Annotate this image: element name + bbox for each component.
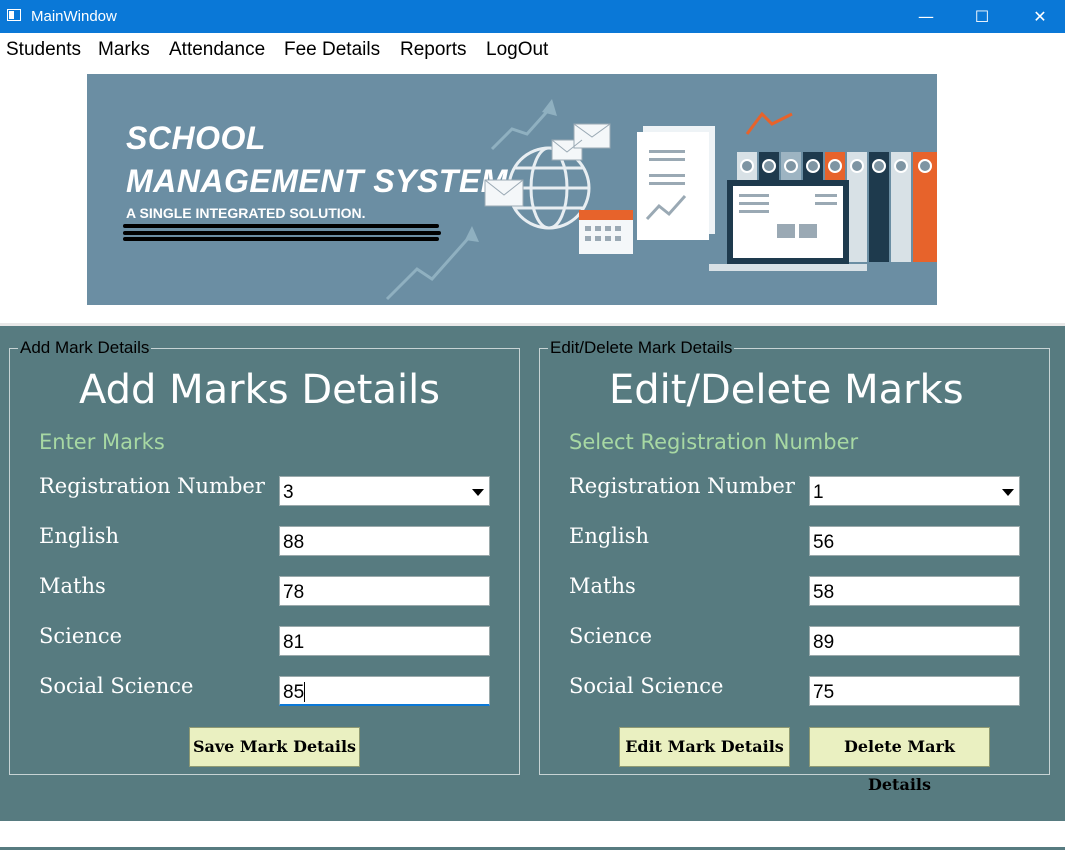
banner-illustration — [385, 99, 937, 301]
add-science-label: Science — [39, 624, 123, 648]
menu-bar: Students Marks Attendance Fee Details Re… — [0, 33, 1065, 67]
edit-registration-label: Registration Number — [569, 474, 795, 498]
add-social-science-value: 85 — [283, 682, 305, 703]
add-maths-value: 78 — [283, 582, 305, 603]
text-caret — [304, 682, 306, 702]
menu-attendance[interactable]: Attendance — [169, 39, 265, 61]
menu-students[interactable]: Students — [6, 39, 81, 61]
edit-group-title: Edit/Delete Mark Details — [548, 337, 735, 359]
add-group-title: Add Mark Details — [18, 337, 152, 359]
menu-marks[interactable]: Marks — [98, 39, 150, 61]
close-button[interactable]: ✕ — [1015, 0, 1065, 33]
main-panel: Add Mark Details Add Marks Details Enter… — [0, 326, 1065, 821]
add-maths-label: Maths — [39, 574, 106, 598]
delete-mark-details-button[interactable]: Delete Mark Details — [809, 727, 990, 794]
edit-science-label: Science — [569, 624, 653, 648]
edit-delete-mark-details-group: Edit/Delete Mark Details Edit/Delete Mar… — [539, 337, 1050, 794]
edit-english-value: 56 — [813, 532, 835, 553]
edit-english-label: English — [569, 524, 650, 548]
edit-maths-label: Maths — [569, 574, 636, 598]
window-title: MainWindow — [31, 8, 117, 25]
add-english-input[interactable]: 88 — [279, 526, 490, 556]
add-registration-value: 3 — [283, 482, 294, 503]
school-banner: SCHOOL MANAGEMENT SYSTEM A SINGLE INTEGR… — [87, 74, 937, 305]
add-social-science-label: Social Science — [39, 674, 194, 698]
edit-maths-input[interactable]: 58 — [809, 576, 1020, 606]
chevron-down-icon[interactable] — [999, 479, 1017, 503]
menu-fee-details[interactable]: Fee Details — [284, 39, 380, 61]
edit-registration-combobox[interactable]: 1 — [809, 476, 1020, 506]
edit-english-input[interactable]: 56 — [809, 526, 1020, 556]
add-social-science-input[interactable]: 85 — [279, 676, 490, 706]
add-mark-details-group: Add Mark Details Add Marks Details Enter… — [9, 337, 520, 775]
edit-mark-details-button[interactable]: Edit Mark Details — [619, 727, 790, 767]
title-bar: MainWindow — ☐ ✕ — [0, 0, 1065, 33]
menu-reports[interactable]: Reports — [400, 39, 467, 61]
maximize-button[interactable]: ☐ — [957, 0, 1007, 33]
edit-social-science-value: 75 — [813, 682, 835, 703]
add-subheading: Enter Marks — [39, 430, 165, 454]
add-science-input[interactable]: 81 — [279, 626, 490, 656]
edit-social-science-input[interactable]: 75 — [809, 676, 1020, 706]
edit-maths-value: 58 — [813, 582, 835, 603]
menu-logout[interactable]: LogOut — [486, 39, 548, 61]
edit-science-input[interactable]: 89 — [809, 626, 1020, 656]
edit-heading: Edit/Delete Marks — [609, 367, 964, 413]
edit-subheading: Select Registration Number — [569, 430, 859, 454]
minimize-button[interactable]: — — [901, 0, 951, 33]
add-registration-combobox[interactable]: 3 — [279, 476, 490, 506]
add-maths-input[interactable]: 78 — [279, 576, 490, 606]
edit-registration-value: 1 — [813, 482, 824, 503]
add-registration-label: Registration Number — [39, 474, 265, 498]
app-window-icon — [7, 9, 21, 21]
add-english-value: 88 — [283, 532, 305, 553]
add-english-label: English — [39, 524, 120, 548]
add-science-value: 81 — [283, 632, 305, 653]
add-heading: Add Marks Details — [79, 367, 441, 413]
chevron-down-icon[interactable] — [469, 479, 487, 503]
edit-science-value: 89 — [813, 632, 835, 653]
save-mark-details-button[interactable]: Save Mark Details — [189, 727, 360, 767]
edit-social-science-label: Social Science — [569, 674, 724, 698]
